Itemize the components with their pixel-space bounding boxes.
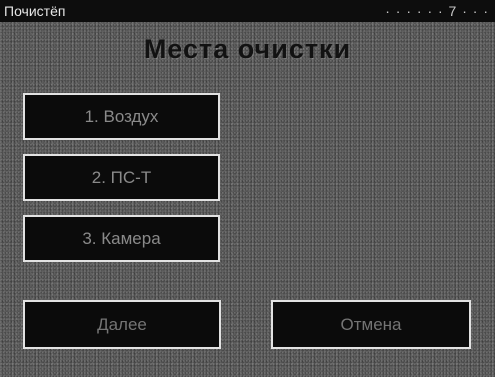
cancel-button[interactable]: Отмена — [271, 300, 471, 349]
menu-button-3[interactable]: 3. Камера — [23, 215, 220, 262]
back-button-label: Далее — [97, 315, 147, 334]
menu-button-1-label: 1. Воздух — [84, 107, 159, 126]
menu-button-1[interactable]: 1. Воздух — [23, 93, 220, 140]
cancel-button-label: Отмена — [340, 315, 402, 334]
screen: Почистёп · · · · · · 7 · · · Места очист… — [0, 0, 495, 377]
menu-button-2-label: 2. ПС-Т — [91, 168, 152, 187]
status-bar-info: · · · · · · 7 · · · — [385, 3, 489, 19]
back-button[interactable]: Далее — [23, 300, 221, 349]
page-title: Места очистки — [143, 34, 352, 64]
menu-button-2[interactable]: 2. ПС-Т — [23, 154, 220, 201]
status-bar: Почистёп · · · · · · 7 · · · — [0, 0, 495, 22]
menu-button-3-label: 3. Камера — [82, 229, 161, 248]
status-bar-title: Почистёп — [4, 3, 66, 19]
